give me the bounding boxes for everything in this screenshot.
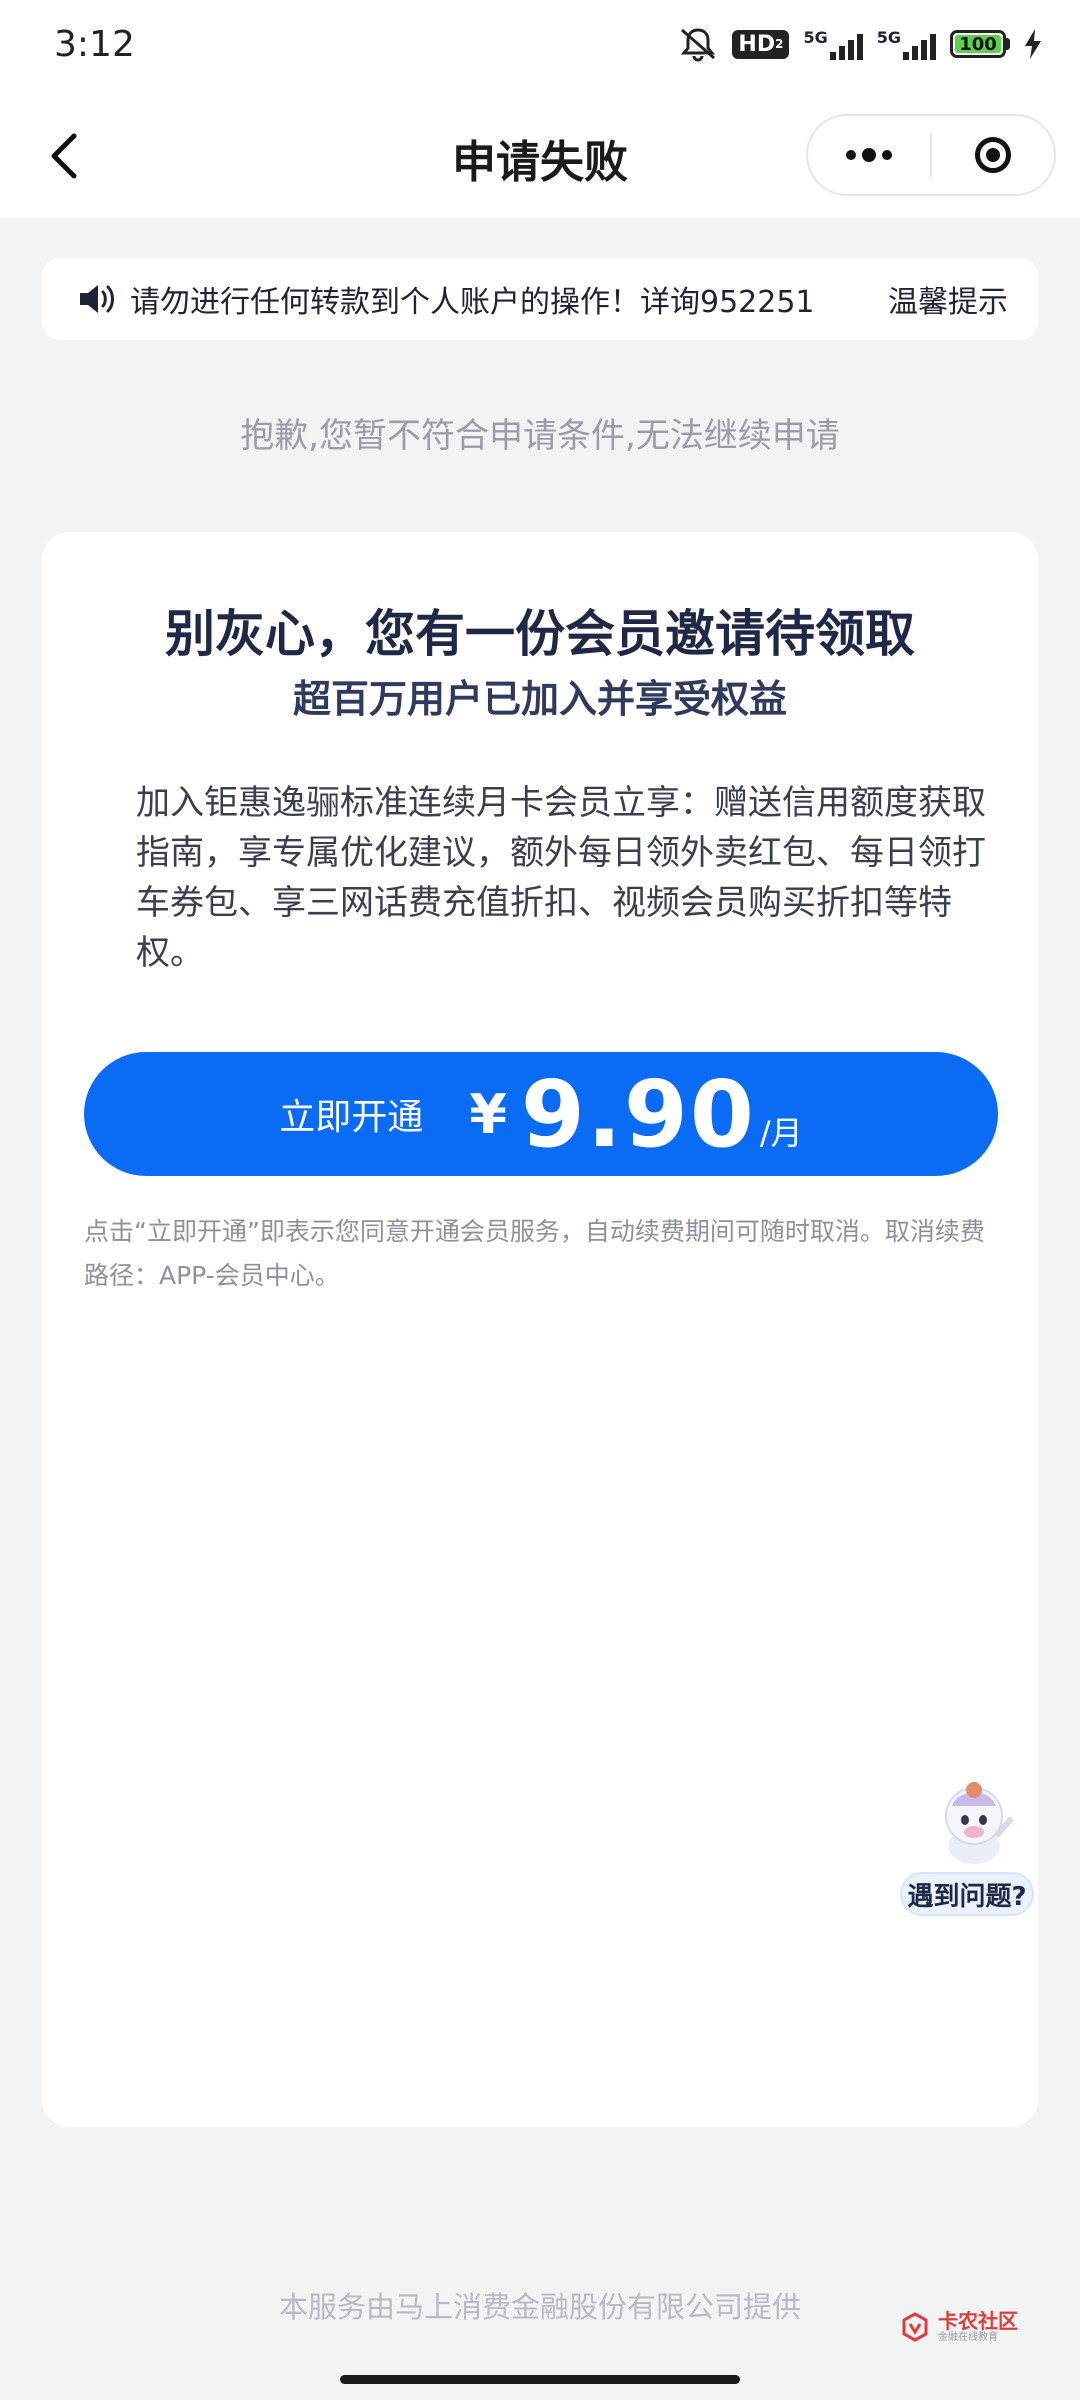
warm-tip-link[interactable]: 温馨提示 [888, 277, 1008, 321]
status-icons: HD 2 5G 5G 100 [678, 26, 1042, 62]
cta-price: 9.90 [520, 1060, 756, 1168]
nav-bar: 申请失败 [0, 100, 1080, 218]
card-title: 别灰心，您有一份会员邀请待领取 [165, 605, 915, 663]
agreement-text: 点击“立即开通”即表示您同意开通会员服务，自动续费期间可随时取消。取消续费路径：… [84, 1217, 985, 1290]
status-time: 3:12 [54, 24, 135, 65]
watermark-logo: 卡农社区 金融在线教育 [900, 2310, 1018, 2344]
status-bar: 3:12 HD 2 5G 5G 100 [0, 0, 1080, 100]
signal-icon: 5G [877, 28, 936, 60]
charging-icon [1024, 29, 1042, 59]
cta-currency: ¥ [469, 1082, 507, 1146]
mute-icon [678, 26, 718, 62]
cta-label: 立即开通 [279, 1097, 424, 1138]
mascot-icon [945, 1782, 1013, 1864]
reject-message: 抱歉,您暂不符合申请条件,无法继续申请 [240, 416, 840, 456]
battery-level: 100 [955, 34, 1001, 55]
signal-icon: 5G [803, 28, 863, 60]
card-description: 加入钜惠逸骊标准连续月卡会员立享：赠送信用额度获取指南，享专属优化建议，额外每日… [136, 783, 986, 973]
card-subtitle: 超百万用户已加入并享受权益 [292, 677, 787, 721]
help-label: 遇到问题? [900, 1872, 1034, 1916]
watermark-brand: 卡农社区 [938, 2309, 1018, 2333]
notice-text: 请勿进行任何转款到个人账户的操作！详询952251 [130, 285, 815, 320]
home-indicator[interactable] [340, 2375, 740, 2384]
kanong-logo-icon [902, 2312, 928, 2342]
membership-card: 别灰心，您有一份会员邀请待领取 超百万用户已加入并享受权益 加入钜惠逸骊标准连续… [42, 532, 1038, 2127]
close-miniprogram-button[interactable] [932, 137, 1054, 173]
hd-icon: HD 2 [732, 29, 790, 59]
help-float-button[interactable]: 遇到问题? [898, 1770, 1038, 1920]
miniprogram-capsule [806, 114, 1056, 196]
more-button[interactable] [808, 148, 930, 162]
notice-bar: 请勿进行任何转款到个人账户的操作！详询952251 温馨提示 [42, 258, 1038, 340]
speaker-icon [80, 285, 114, 313]
activate-now-button[interactable]: 立即开通 ¥ 9.90 /月 [84, 1052, 998, 1176]
target-icon [975, 137, 1011, 173]
battery-icon: 100 [950, 30, 1010, 58]
watermark-sub: 金融在线教育 [938, 2332, 998, 2343]
cta-unit: /月 [759, 1114, 803, 1152]
